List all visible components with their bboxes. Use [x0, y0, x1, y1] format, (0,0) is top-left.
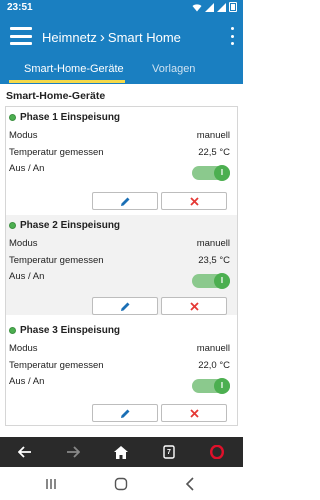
- device-header: Phase 3 Einspeisung: [9, 325, 120, 336]
- section-title: Smart-Home-Geräte: [6, 90, 106, 102]
- toggle-knob: I: [214, 378, 230, 394]
- pencil-icon: [120, 302, 129, 311]
- mode-value: manuell: [196, 343, 230, 354]
- temperature-row: Temperatur gemessen 22,0 °C: [9, 360, 230, 371]
- device-list: Phase 1 Einspeisung Modus manuell Temper…: [5, 106, 238, 426]
- status-dot-icon: [9, 222, 16, 229]
- status-dot-icon: [9, 114, 16, 121]
- signal-icon-2: [217, 2, 226, 12]
- status-time: 23:51: [7, 2, 33, 13]
- device-card: Phase 1 Einspeisung Modus manuell Temper…: [6, 107, 237, 210]
- status-dot-icon: [9, 327, 16, 334]
- mode-row: Modus manuell: [9, 130, 230, 141]
- status-icons: [192, 2, 237, 12]
- mode-label: Modus: [9, 343, 38, 354]
- mode-value: manuell: [196, 238, 230, 249]
- toggle-knob: I: [214, 165, 230, 181]
- power-toggle[interactable]: I: [192, 273, 230, 289]
- device-card: Phase 2 Einspeisung Modus manuell Temper…: [6, 215, 237, 315]
- breadcrumb: Heimnetz › Smart Home: [42, 29, 181, 46]
- mode-row: Modus manuell: [9, 343, 230, 354]
- toggle-knob: I: [214, 273, 230, 289]
- temperature-label: Temperatur gemessen: [9, 360, 104, 371]
- device-header: Phase 1 Einspeisung: [9, 112, 120, 123]
- battery-icon: [229, 2, 237, 12]
- tabs-icon[interactable]: 7: [160, 444, 178, 460]
- switch-label: Aus / An: [9, 271, 45, 282]
- temperature-label: Temperatur gemessen: [9, 255, 104, 266]
- browser-nav-bar: 7: [0, 437, 243, 467]
- signal-icon: [205, 2, 214, 12]
- temperature-value: 22,5 °C: [198, 147, 230, 158]
- temperature-value: 22,0 °C: [198, 360, 230, 371]
- active-tab-indicator: [9, 80, 125, 83]
- pencil-icon: [120, 409, 129, 418]
- temperature-row: Temperatur gemessen 23,5 °C: [9, 255, 230, 266]
- close-icon: [189, 408, 199, 418]
- system-back-icon[interactable]: [183, 477, 197, 491]
- temperature-label: Temperatur gemessen: [9, 147, 104, 158]
- breadcrumb-current: Smart Home: [107, 30, 181, 45]
- more-options-icon[interactable]: [229, 27, 235, 45]
- delete-button[interactable]: [161, 297, 227, 315]
- wifi-icon: [192, 3, 202, 11]
- switch-label: Aus / An: [9, 376, 45, 387]
- mode-row: Modus manuell: [9, 238, 230, 249]
- breadcrumb-parent[interactable]: Heimnetz: [42, 30, 97, 45]
- mode-label: Modus: [9, 238, 38, 249]
- recent-apps-icon[interactable]: [44, 477, 58, 491]
- pencil-icon: [120, 197, 129, 206]
- home-icon[interactable]: [112, 444, 130, 460]
- tab-vorlagen[interactable]: Vorlagen: [152, 63, 195, 75]
- breadcrumb-separator: ›: [99, 29, 105, 46]
- status-bar: 23:51: [0, 0, 243, 16]
- opera-menu-icon[interactable]: [208, 444, 226, 460]
- power-toggle[interactable]: I: [192, 378, 230, 394]
- device-card: Phase 3 Einspeisung Modus manuell Temper…: [6, 320, 237, 422]
- switch-label: Aus / An: [9, 163, 45, 174]
- close-icon: [189, 301, 199, 311]
- tab-smart-home-geraete[interactable]: Smart-Home-Geräte: [24, 63, 124, 75]
- back-arrow-icon[interactable]: [16, 444, 34, 460]
- edit-button[interactable]: [92, 404, 158, 422]
- menu-icon[interactable]: [10, 27, 32, 45]
- system-home-icon[interactable]: [114, 477, 128, 491]
- close-icon: [189, 196, 199, 206]
- tab-bar: Smart-Home-Geräte Vorlagen: [0, 58, 243, 84]
- forward-arrow-icon[interactable]: [64, 444, 82, 460]
- delete-button[interactable]: [161, 404, 227, 422]
- temperature-value: 23,5 °C: [198, 255, 230, 266]
- mode-value: manuell: [196, 130, 230, 141]
- tab-count: 7: [167, 448, 171, 456]
- delete-button[interactable]: [161, 192, 227, 210]
- mode-label: Modus: [9, 130, 38, 141]
- temperature-row: Temperatur gemessen 22,5 °C: [9, 147, 230, 158]
- power-toggle[interactable]: I: [192, 165, 230, 181]
- system-nav-bar: [0, 467, 243, 500]
- edit-button[interactable]: [92, 297, 158, 315]
- device-name: Phase 1 Einspeisung: [20, 112, 121, 123]
- device-name: Phase 2 Einspeisung: [20, 220, 121, 231]
- device-header: Phase 2 Einspeisung: [9, 220, 120, 231]
- edit-button[interactable]: [92, 192, 158, 210]
- app-bar: Heimnetz › Smart Home: [0, 16, 243, 58]
- device-name: Phase 3 Einspeisung: [20, 325, 121, 336]
